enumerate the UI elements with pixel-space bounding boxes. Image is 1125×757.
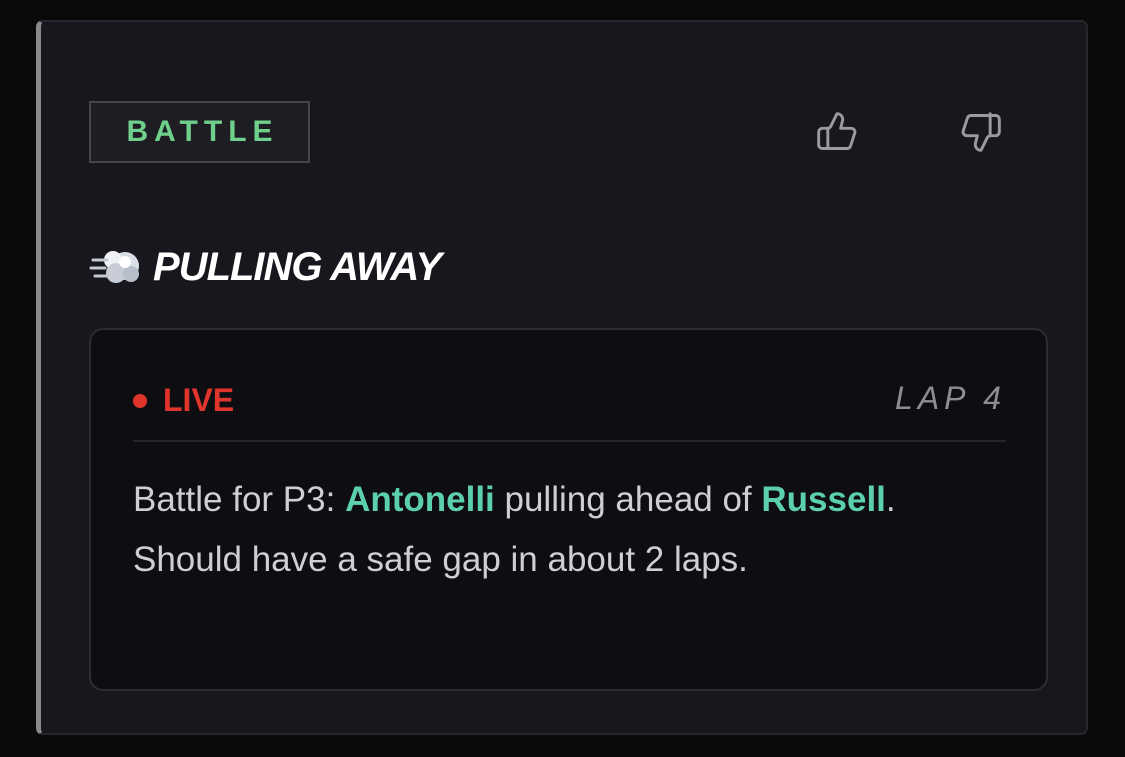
live-indicator: LIVE — [133, 382, 234, 419]
update-message: Battle for P3: Antonelli pulling ahead o… — [133, 470, 953, 590]
live-update-panel: LIVE LAP 4 Battle for P3: Antonelli pull… — [89, 328, 1048, 691]
event-type-badge: BATTLE — [89, 101, 310, 163]
driver-name-1: Antonelli — [345, 480, 495, 519]
live-label: LIVE — [163, 382, 235, 418]
card-title: PULLING AWAY — [153, 244, 442, 289]
lap-counter: LAP 4 — [895, 380, 1006, 416]
message-prefix: Battle for P3: — [133, 480, 346, 519]
downvote-button[interactable] — [957, 108, 1005, 156]
card-headline: PULLING AWAY — [89, 240, 442, 294]
dash-symbol-icon — [89, 251, 139, 283]
thumbs-up-icon — [817, 112, 857, 150]
divider — [133, 440, 1006, 442]
thumbs-down-icon — [961, 112, 1001, 152]
upvote-button[interactable] — [813, 108, 861, 156]
driver-name-2: Russell — [761, 480, 886, 519]
message-middle: pulling ahead of — [494, 480, 762, 519]
live-dot-icon — [133, 393, 147, 408]
event-card: BATTLE PULLING AWAY LIVE LAP 4 Battle fo… — [36, 20, 1088, 735]
